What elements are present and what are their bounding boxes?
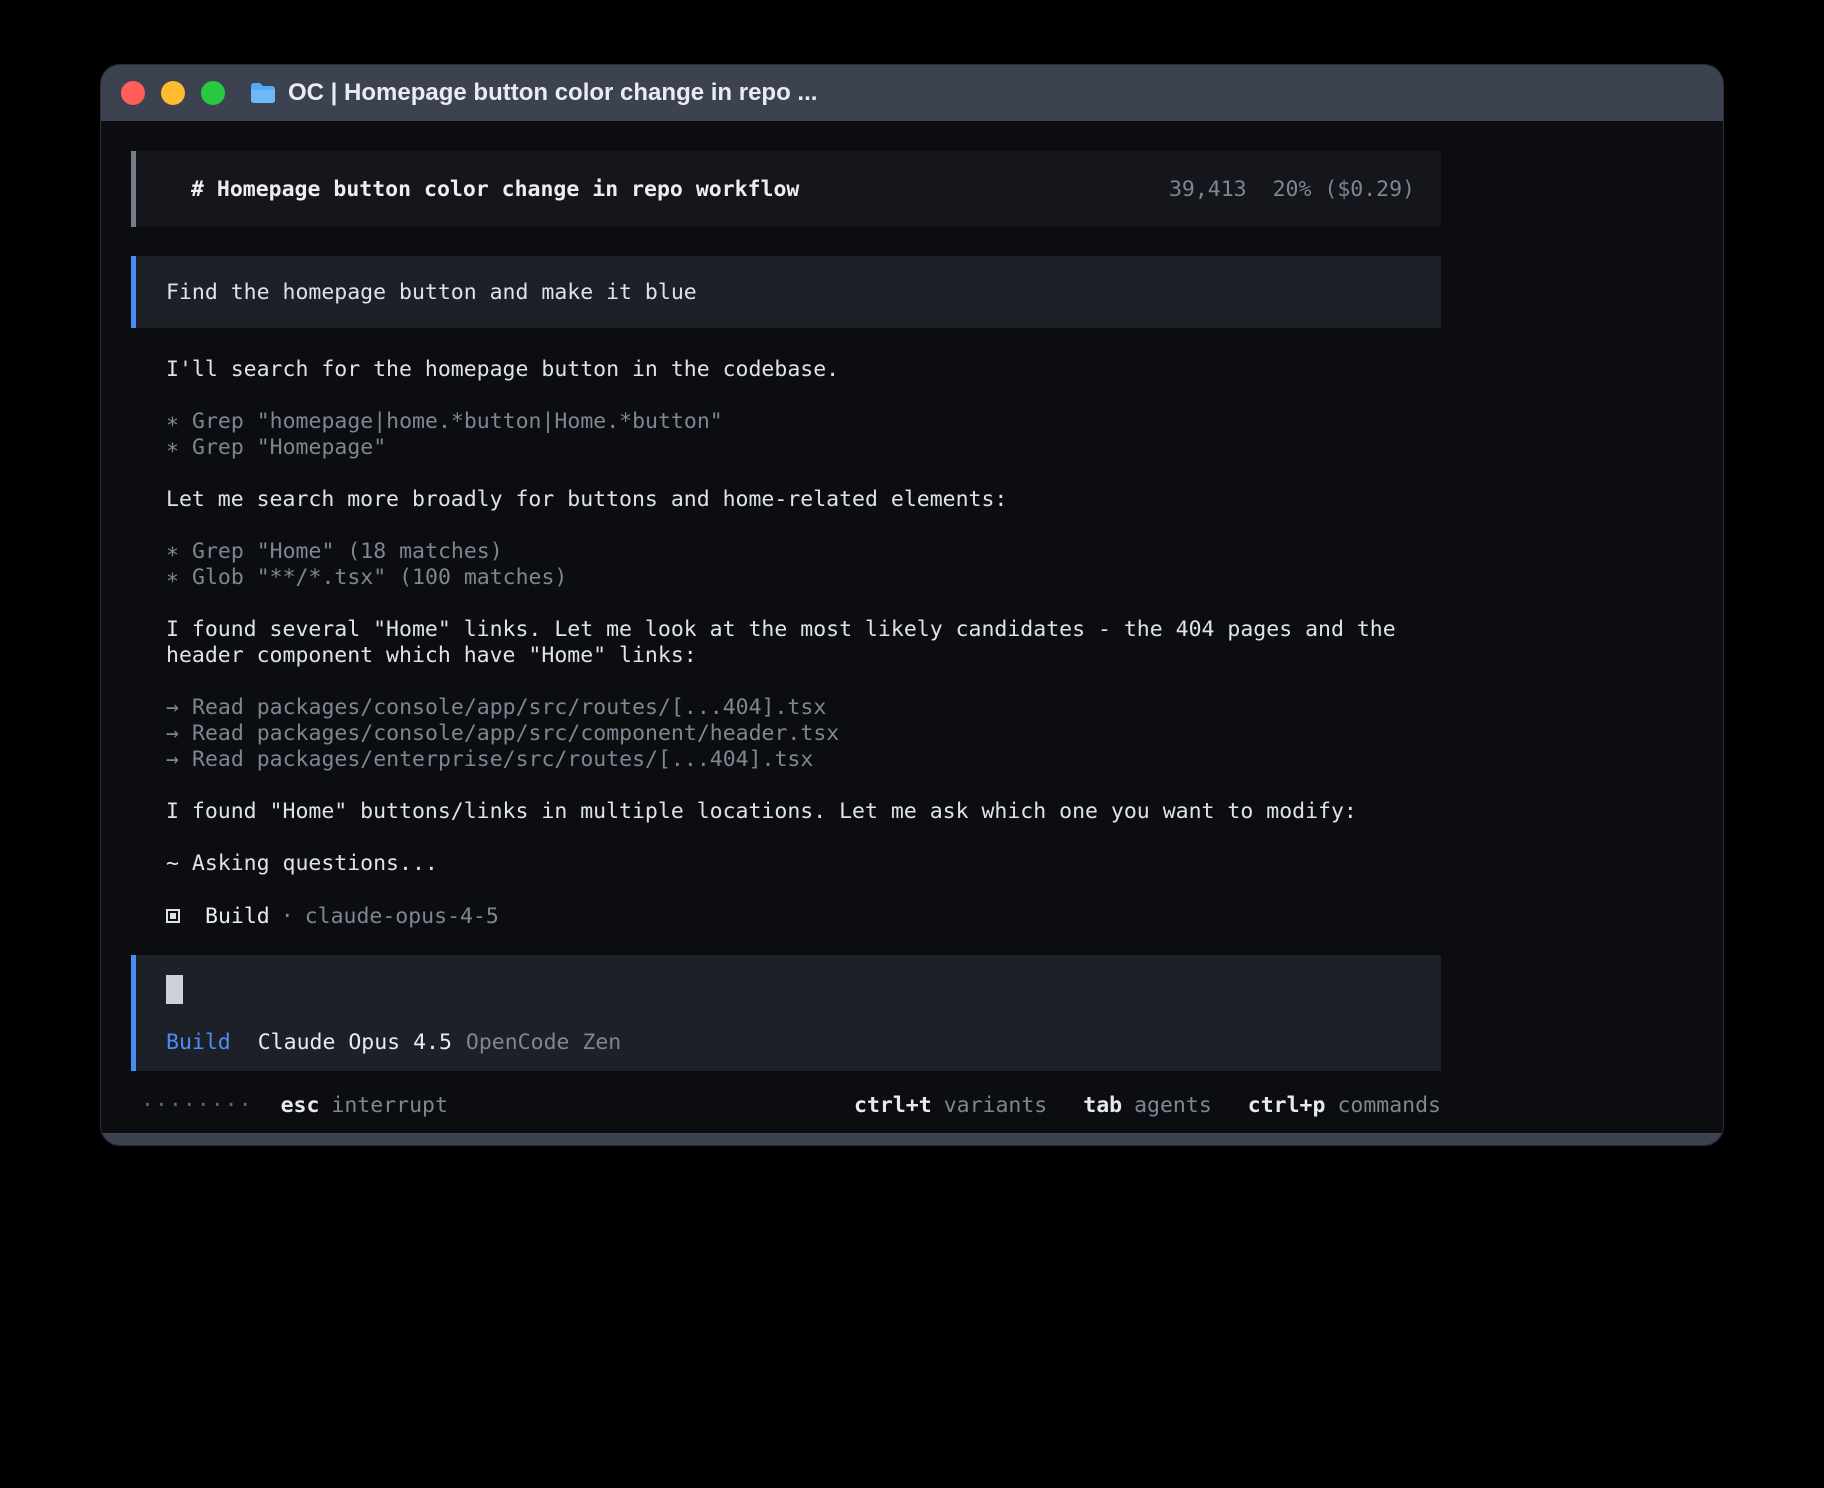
agent-status-line: Build · claude-opus-4-5 <box>166 903 1441 929</box>
working-status: ~ Asking questions... <box>166 851 1441 877</box>
arrow-right-icon: → <box>166 747 192 773</box>
agents-label: agents <box>1134 1093 1212 1118</box>
input-meta-row: Build Claude Opus 4.5 OpenCode Zen <box>166 1030 1441 1055</box>
tool-call-text: Read packages/enterprise/src/routes/[...… <box>192 747 813 773</box>
status-right: ctrl+t variants tab agents ctrl+p comman… <box>854 1093 1441 1118</box>
assistant-paragraph: I found several "Home" links. Let me loo… <box>166 617 1441 669</box>
variants-label: variants <box>944 1093 1048 1118</box>
tool-call-grep: ∗Grep "Homepage" <box>166 435 1441 461</box>
dot-separator: · <box>281 904 294 929</box>
esc-label: interrupt <box>331 1093 448 1118</box>
agent-square-inner <box>170 913 176 919</box>
status-bar: ········ esc interrupt ctrl+t variants t… <box>141 1093 1441 1118</box>
tool-call-grep: ∗Grep "Home" (18 matches) <box>166 539 1441 565</box>
folder-icon <box>249 81 277 105</box>
prompt-input[interactable]: Build Claude Opus 4.5 OpenCode Zen <box>131 955 1441 1071</box>
token-count: 39,413 <box>1169 177 1247 202</box>
tool-call-text: Read packages/console/app/src/component/… <box>192 721 839 747</box>
tab-key: tab <box>1083 1093 1122 1118</box>
hint-agents: tab agents <box>1083 1093 1212 1118</box>
agent-square-icon <box>166 909 180 923</box>
session-transcript: # Homepage button color change in repo w… <box>101 121 1441 1118</box>
tool-call-read: →Read packages/enterprise/src/routes/[..… <box>166 747 1441 773</box>
session-meta: 39,413 20% ($0.29) <box>1169 177 1415 202</box>
provider-name: OpenCode Zen <box>466 1030 621 1055</box>
zoom-button[interactable] <box>201 81 225 105</box>
session-header: # Homepage button color change in repo w… <box>131 151 1441 227</box>
tool-call-text: Read packages/console/app/src/routes/[..… <box>192 695 826 721</box>
close-button[interactable] <box>121 81 145 105</box>
spinner-dots: ········ <box>141 1093 253 1118</box>
user-message: Find the homepage button and make it blu… <box>131 256 1441 328</box>
tool-call-read: →Read packages/console/app/src/routes/[.… <box>166 695 1441 721</box>
window-title: OC | Homepage button color change in rep… <box>288 79 817 107</box>
minimize-button[interactable] <box>161 81 185 105</box>
hint-variants: ctrl+t variants <box>854 1093 1047 1118</box>
titlebar[interactable]: OC | Homepage button color change in rep… <box>101 65 1723 121</box>
agent-name: Build <box>205 904 270 929</box>
commands-label: commands <box>1337 1093 1441 1118</box>
arrow-right-icon: → <box>166 721 192 747</box>
context-usage: 20% ($0.29) <box>1273 177 1415 202</box>
tool-call-text: Grep "homepage|home.*button|Home.*button… <box>192 409 723 435</box>
hint-commands: ctrl+p commands <box>1248 1093 1441 1118</box>
tool-call-text: Grep "Home" (18 matches) <box>192 539 503 565</box>
asterisk-icon: ∗ <box>166 539 192 565</box>
arrow-right-icon: → <box>166 695 192 721</box>
traffic-lights <box>121 81 225 105</box>
tool-call-grep: ∗Grep "homepage|home.*button|Home.*butto… <box>166 409 1441 435</box>
assistant-paragraph: I found "Home" buttons/links in multiple… <box>166 799 1441 825</box>
tool-call-read: →Read packages/console/app/src/component… <box>166 721 1441 747</box>
asterisk-icon: ∗ <box>166 565 192 591</box>
tool-call-text: Grep "Homepage" <box>192 435 386 461</box>
text-cursor <box>166 975 183 1004</box>
user-message-text: Find the homepage button and make it blu… <box>166 280 697 305</box>
asterisk-icon: ∗ <box>166 409 192 435</box>
esc-key: esc <box>281 1093 320 1118</box>
session-title: # Homepage button color change in repo w… <box>191 177 799 202</box>
assistant-response: I'll search for the homepage button in t… <box>131 357 1441 929</box>
assistant-paragraph: Let me search more broadly for buttons a… <box>166 487 1441 513</box>
tool-call-glob: ∗Glob "**/*.tsx" (100 matches) <box>166 565 1441 591</box>
agent-model: claude-opus-4-5 <box>305 904 499 929</box>
terminal-window: OC | Homepage button color change in rep… <box>100 64 1724 1146</box>
ctrl-t-key: ctrl+t <box>854 1093 932 1118</box>
asterisk-icon: ∗ <box>166 435 192 461</box>
hint-interrupt: esc interrupt <box>281 1093 448 1118</box>
ctrl-p-key: ctrl+p <box>1248 1093 1326 1118</box>
agent-badge[interactable]: Build <box>166 1030 231 1055</box>
window-bottom-frame <box>101 1133 1723 1145</box>
model-name: Claude Opus 4.5 <box>258 1030 452 1055</box>
tool-call-text: Glob "**/*.tsx" (100 matches) <box>192 565 567 591</box>
status-left: ········ esc interrupt <box>141 1093 448 1118</box>
assistant-paragraph: I'll search for the homepage button in t… <box>166 357 1441 383</box>
